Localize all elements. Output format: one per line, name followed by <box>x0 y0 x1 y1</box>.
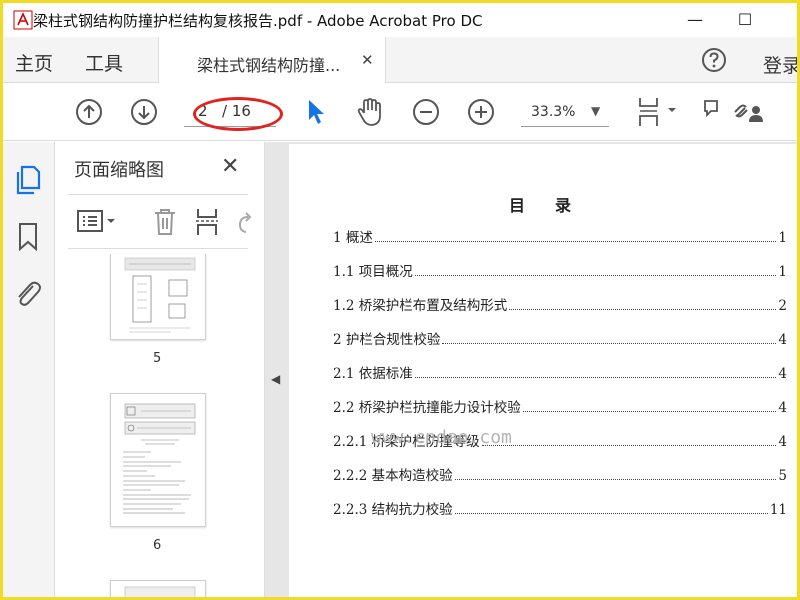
toc-leader-dots <box>509 309 777 310</box>
title-bar: 梁柱式钢结构防撞护栏结构复核报告.pdf - Adobe Acrobat Pro… <box>3 3 797 37</box>
toc-entry-page: 5 <box>778 468 787 484</box>
bookmark-icon[interactable] <box>16 222 40 252</box>
document-page: 目录 1 概述 1 1.1 项目概况 1 1.2 桥梁护栏布置及结构形式 2 2 护栏合规性… <box>289 144 797 597</box>
page-thumbnail[interactable] <box>110 393 206 527</box>
tab-bar: 主页 工具 梁柱式钢结构防撞... ✕ 登录 <box>3 37 797 84</box>
tab-document[interactable]: 梁柱式钢结构防撞... ✕ <box>158 37 386 84</box>
toc-entry-label: 2.1 依据标准 <box>333 366 413 382</box>
panel-close-button[interactable]: ✕ <box>221 154 239 179</box>
page-thumbnail[interactable] <box>110 254 206 340</box>
collapse-left-icon[interactable]: ◀ <box>271 372 280 386</box>
zoom-in-icon[interactable] <box>467 98 495 126</box>
next-page-icon[interactable] <box>130 98 158 126</box>
toc-entry-label: 2.2.3 结构抗力校验 <box>333 502 453 518</box>
document-viewer: 目录 1 概述 1 1.1 项目概况 1 1.2 桥梁护栏布置及结构形式 2 2 护栏合规性… <box>285 142 797 597</box>
toc-entry-page: 4 <box>778 400 787 416</box>
toc-heading: 目录 <box>509 196 602 215</box>
thumbnail-page-number: 6 <box>153 538 162 553</box>
toc-entry-page: 4 <box>778 332 787 348</box>
previous-page-icon[interactable] <box>75 98 103 126</box>
toc-entry-label: 1.2 桥梁护栏布置及结构形式 <box>333 298 508 314</box>
thumbnail-panel: 页面缩略图 ✕ 5 6 <box>56 142 306 597</box>
watermark: www.cndao.com <box>371 427 512 448</box>
page-thumbnail[interactable] <box>110 580 206 597</box>
comment-icon[interactable] <box>703 98 723 126</box>
hand-tool-icon[interactable] <box>355 96 385 128</box>
tab-document-label: 梁柱式钢结构防撞... <box>197 56 341 75</box>
toc-leader-dots <box>414 377 777 378</box>
toc-leader-dots <box>522 411 777 412</box>
toc-entry[interactable]: 1.2 桥梁护栏布置及结构形式 2 <box>333 296 787 314</box>
login-button[interactable]: 登录 <box>763 51 797 78</box>
toc-leader-dots <box>454 479 777 480</box>
minimize-button[interactable]: — <box>675 6 715 34</box>
insert-page-icon[interactable] <box>194 207 224 237</box>
toc-entry[interactable]: 2 护栏合规性校验 4 <box>333 330 787 348</box>
page-preview <box>124 257 196 333</box>
tab-tools[interactable]: 工具 <box>85 49 123 76</box>
panel-title: 页面缩略图 <box>74 160 164 181</box>
toc-leader-dots <box>481 445 777 446</box>
attachment-icon[interactable] <box>13 278 43 310</box>
toc-entry[interactable]: 1.1 项目概况 1 <box>333 262 787 280</box>
left-nav-bar <box>3 142 55 597</box>
chevron-down-icon: ▼ <box>591 104 601 118</box>
zoom-out-icon[interactable] <box>412 98 440 126</box>
toc-entry-page: 2 <box>778 298 787 314</box>
toc-leader-dots <box>454 513 768 514</box>
panel-toolbar <box>68 194 252 249</box>
window-title: 梁柱式钢结构防撞护栏结构复核报告.pdf - Adobe Acrobat Pro… <box>33 12 483 30</box>
delete-icon[interactable] <box>152 207 178 237</box>
toc-entry-page: 4 <box>778 434 787 450</box>
zoom-value: 33.3% <box>531 104 576 120</box>
page-preview <box>124 586 196 597</box>
toc-entry-label: 1.1 项目概况 <box>333 264 413 280</box>
toc-entry-page: 11 <box>769 502 787 518</box>
share-link-icon[interactable] <box>731 98 767 126</box>
toc-leader-dots <box>442 343 777 344</box>
toolbar: 2 / 16 33.3% ▼ <box>3 83 797 141</box>
toc-entry-label: 2 护栏合规性校验 <box>333 332 441 348</box>
thumbnail-page-number: 5 <box>153 351 162 366</box>
app-window: 梁柱式钢结构防撞护栏结构复核报告.pdf - Adobe Acrobat Pro… <box>3 3 797 597</box>
toc-entry-label: 2.2 桥梁护栏抗撞能力设计校验 <box>333 400 521 416</box>
toc-entry-page: 1 <box>778 230 787 246</box>
maximize-button[interactable]: ☐ <box>725 6 765 34</box>
rotate-icon[interactable] <box>234 207 254 237</box>
tab-home[interactable]: 主页 <box>15 49 53 76</box>
fit-page-icon[interactable] <box>637 96 681 128</box>
page-field-highlight <box>193 97 283 131</box>
panel-collapse-strip[interactable]: ◀ <box>265 142 285 597</box>
toc-entry-page: 4 <box>778 366 787 382</box>
toc-entry[interactable]: 2.2.3 结构抗力校验 11 <box>333 500 787 518</box>
toc-leader-dots <box>414 275 777 276</box>
toc-entry-page: 1 <box>778 264 787 280</box>
page-thumbnails-icon[interactable] <box>14 164 42 196</box>
toc-entry[interactable]: 2.2 桥梁护栏抗撞能力设计校验 4 <box>333 398 787 416</box>
options-menu-icon[interactable] <box>76 209 120 235</box>
toc-entry-label: 1 概述 <box>333 230 373 246</box>
acrobat-icon <box>13 10 33 30</box>
toc-entry-label: 2.2.2 基本构造校验 <box>333 468 453 484</box>
toc-leader-dots <box>374 241 777 242</box>
close-tab-button[interactable]: ✕ <box>361 51 374 69</box>
toc-entry[interactable]: 2.1 依据标准 4 <box>333 364 787 382</box>
help-icon[interactable] <box>701 47 727 73</box>
zoom-select[interactable]: 33.3% ▼ <box>521 99 609 127</box>
page-preview <box>123 403 196 514</box>
select-cursor-icon[interactable] <box>305 98 325 126</box>
toc-entry[interactable]: 2.2.2 基本构造校验 5 <box>333 466 787 484</box>
toc-entry[interactable]: 1 概述 1 <box>333 228 787 246</box>
